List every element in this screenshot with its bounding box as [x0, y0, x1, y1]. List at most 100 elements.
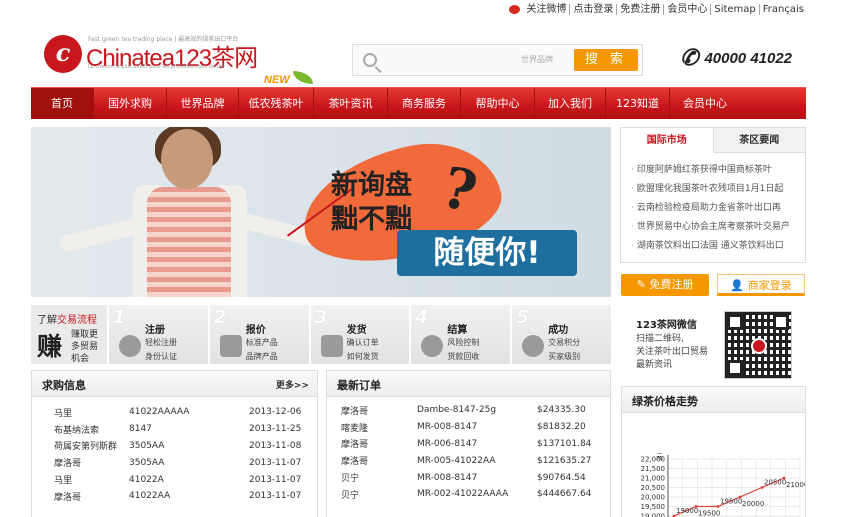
nav-low-residue-tea[interactable]: 低农残茶叶 [239, 88, 314, 119]
free-register-link[interactable]: 免费注册 [616, 4, 663, 15]
purchase-row-cell: 2013-11-07 [249, 474, 302, 485]
search-button[interactable]: 搜 索 [574, 49, 638, 71]
purchase-row-cell: 马里 [54, 408, 73, 419]
y-tick-label: 21,500 [641, 465, 666, 473]
process-step-success[interactable]: 5 成功 交易积分 买家级别 [512, 305, 611, 364]
process-step-register[interactable]: 1 注册 轻松注册 身份认证 [109, 305, 208, 364]
purchase-row-cell: 3505AA [129, 457, 165, 468]
french-link[interactable]: Français [758, 4, 807, 15]
follow-weibo-link[interactable]: 关注微博 [523, 4, 569, 15]
y-tick-label: 19,000 [641, 513, 666, 517]
news-item[interactable]: 世界贸易中心协会主席考察茶叶交易产 [631, 218, 799, 237]
y-tick-label: 19,500 [641, 503, 666, 511]
purchase-row-cell: 2013-11-07 [249, 457, 302, 468]
process-step-settle[interactable]: 4 结算 风险控制 货款回收 [411, 305, 511, 364]
order-row-cell: MR-006-8147 [417, 438, 478, 449]
nav-help-center[interactable]: 帮助中心 [461, 88, 535, 119]
order-row[interactable]: 摩洛哥 MR-005-41022AA $121635.27 [341, 452, 597, 469]
price-point [738, 495, 742, 499]
logo-tagline-bottom: Le chemin le plus direct pour les profes… [88, 64, 225, 70]
news-item[interactable]: 欧盟理化我国茶叶农残项目1月1日起 [631, 180, 799, 199]
nav-business-services[interactable]: 商务服务 [388, 88, 461, 119]
order-row-cell: MR-005-41022AA [417, 455, 496, 466]
login-link[interactable]: 点击登录 [569, 4, 616, 15]
process-step-ship[interactable]: 3 发货 确认订单 如何发货 [310, 305, 410, 364]
step-title: 报价 [245, 325, 266, 336]
purchase-row[interactable]: 摩洛哥 3505AA 2013-11-07 [54, 454, 309, 471]
search-box[interactable]: 世界品牌 搜 索 [352, 44, 643, 76]
order-row-cell: 摩洛哥 [341, 440, 369, 451]
step-number: 1 [113, 307, 126, 328]
purchase-row-cell: 3505AA [129, 440, 165, 451]
order-row[interactable]: 贝宁 MR-002-41022AAAA $444667.64 [341, 486, 597, 503]
merchant-login-button[interactable]: 👤 商家登录 [717, 274, 805, 296]
purchase-row-cell: 41022AAAAA [129, 407, 190, 418]
order-row[interactable]: 贝宁 MR-008-8147 $90764.54 [341, 469, 597, 486]
process-intro[interactable]: 了解交易流程 赚 赚取更 多贸易 机会 [31, 305, 107, 364]
purchase-row-cell: 马里 [54, 476, 73, 487]
purchase-row-cell: 8147 [129, 424, 152, 435]
step-number: 5 [516, 307, 529, 328]
step-line: 交易积分 [548, 338, 581, 347]
member-center-link[interactable]: 会员中心 [663, 4, 710, 15]
news-item[interactable]: 印度阿萨姆红茶获得中国商标茶叶 [631, 161, 799, 180]
order-row-cell: $24335.30 [537, 405, 586, 416]
nav-foreign-purchase[interactable]: 国外求购 [94, 88, 167, 119]
price-trend-panel: 绿茶价格走势 元 18,00018,50019,00019,50020,0002… [621, 386, 808, 517]
step-line: 风险控制 [447, 338, 480, 347]
purchase-row[interactable]: 布基纳法索 8147 2013-11-25 [54, 421, 309, 438]
process-step-quote[interactable]: 2 报价 标准产品 品牌产品 [209, 305, 309, 364]
promo-banner[interactable]: 新询盘 黜不黜 ? 随便你! [31, 127, 611, 297]
purchase-row[interactable]: 马里 41022AAAAA 2013-12-06 [54, 404, 309, 421]
news-item[interactable]: 云南检验检疫局助力金省茶叶出口再 [631, 199, 799, 218]
purchase-row-cell: 2013-11-07 [249, 491, 302, 502]
merchant-login-label: 商家登录 [747, 279, 792, 292]
order-row[interactable]: 喀麦隆 MR-008-8147 $81832.20 [341, 419, 597, 436]
yen-icon [421, 335, 444, 357]
site-logo[interactable]: c Fast green tea trading place | 最高效的绿茶出… [44, 32, 258, 74]
nav-member-center[interactable]: 会员中心 [670, 88, 740, 119]
price-data-label: 19000 [676, 507, 698, 515]
news-item[interactable]: 湖南茶饮料出口法国 通义茶饮料出口 [631, 237, 799, 256]
order-row-cell: MR-008-8147 [417, 422, 478, 433]
process-intro-a: 了解 [37, 315, 57, 326]
order-row[interactable]: 摩洛哥 MR-006-8147 $137101.84 [341, 436, 597, 453]
search-category-select[interactable]: 世界品牌 [521, 54, 553, 65]
free-register-button[interactable]: ✎ 免费注册 [621, 274, 709, 296]
y-tick-label: 20,500 [641, 484, 666, 492]
step-title: 发货 [346, 325, 367, 336]
nav-home[interactable]: 首页 [31, 88, 94, 119]
order-row-cell: Dambe-8147-25g [417, 405, 497, 416]
purchase-row[interactable]: 荷属安第列斯群 3505AA 2013-11-08 [54, 438, 309, 455]
purchase-row-cell: 荷属安第列斯群 [54, 442, 118, 453]
step-line: 标准产品 [245, 338, 278, 347]
tab-international-market[interactable]: 国际市场 [621, 128, 714, 153]
purchase-row[interactable]: 摩洛哥 41022AA 2013-11-07 [54, 488, 309, 505]
price-point [694, 505, 698, 508]
nav-123-know[interactable]: 123知道 [606, 88, 670, 119]
step-title: 注册 [145, 325, 165, 336]
order-row-cell: $137101.84 [537, 438, 592, 449]
phone-icon: ✆ [680, 45, 699, 70]
more-link[interactable]: 更多>> [276, 378, 309, 391]
price-data-label: 20000 [742, 500, 764, 508]
step-number: 2 [213, 307, 227, 328]
leaf-icon [293, 71, 313, 84]
wechat-line: 关注茶叶出口贸易 [636, 347, 709, 357]
purchase-row[interactable]: 马里 41022A 2013-11-07 [54, 471, 309, 488]
step-number: 3 [314, 307, 328, 328]
price-data-label: 21000 [786, 481, 805, 489]
user-icon: 👤 [730, 279, 745, 292]
order-row-cell: 摩洛哥 [341, 457, 369, 468]
nav-join-us[interactable]: 加入我们 [535, 88, 606, 119]
weibo-icon[interactable] [509, 5, 521, 14]
sitemap-link[interactable]: Sitemap [710, 4, 758, 15]
banner-person-illustration [51, 127, 320, 297]
new-badge: NEW [264, 74, 290, 86]
order-row[interactable]: 摩洛哥 Dambe-8147-25g $24335.30 [341, 402, 597, 419]
nav-tea-news[interactable]: 茶叶资讯 [314, 88, 388, 119]
nav-world-brands[interactable]: 世界品牌 [167, 88, 239, 119]
tab-tea-region-news[interactable]: 茶区要闻 [713, 128, 805, 153]
step-number: 4 [415, 307, 428, 328]
main-nav: 首页 国外求购 世界品牌 低农残茶叶 茶叶资讯 商务服务 帮助中心 加入我们 1… [31, 87, 806, 119]
